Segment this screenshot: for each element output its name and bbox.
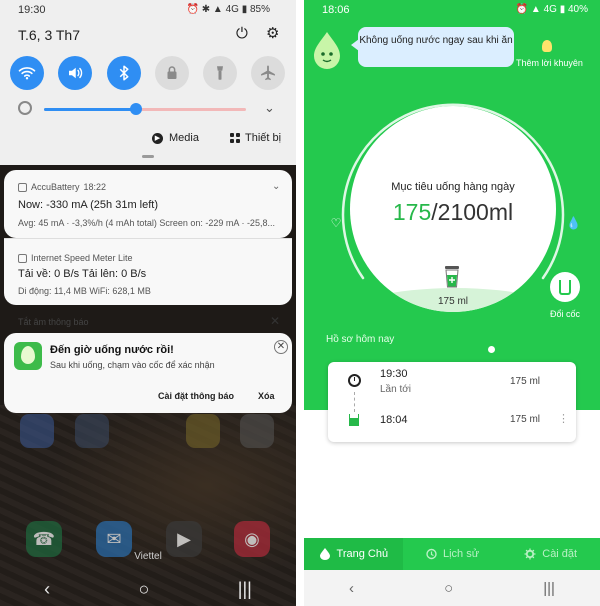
speaker-icon bbox=[69, 67, 83, 79]
left-phone: ☎ ✉ ▶ ◉ Viettel ‹ ○ ||| 19:30 ⏰ ✱ ▲ 4G ▮… bbox=[0, 0, 296, 606]
drop-icon: 💧 bbox=[566, 216, 581, 230]
bottom-tab-bar: Trang Chủ Lịch sử Cài đặt bbox=[304, 538, 600, 570]
play-icon: ▶ bbox=[152, 132, 163, 144]
notification-body: Sau khi uống, chạm vào cốc để xác nhận bbox=[50, 360, 215, 370]
status-icons: ⏰ ✱ ▲ 4G ▮ 85% bbox=[186, 4, 270, 15]
glass-icon bbox=[349, 414, 359, 426]
home-button[interactable]: ○ bbox=[444, 580, 453, 597]
nav-bar: ‹ ○ ||| bbox=[304, 570, 600, 606]
notification-line: Tải về: 0 B/s Tải lên: 0 B/s bbox=[18, 268, 147, 280]
history-icon bbox=[426, 548, 437, 560]
history-time[interactable]: 18:04 bbox=[380, 414, 408, 426]
gear-icon bbox=[524, 548, 536, 560]
right-phone: 18:06 ⏰ ▲ 4G ▮ 40% Không uống nước ngay … bbox=[304, 0, 600, 606]
brightness-slider[interactable] bbox=[44, 108, 246, 111]
sound-toggle[interactable] bbox=[58, 56, 92, 90]
notification-app-name: Internet Speed Meter Lite bbox=[18, 253, 133, 263]
flashlight-toggle[interactable] bbox=[203, 56, 237, 90]
airplane-toggle[interactable] bbox=[251, 56, 285, 90]
notification-app-name: AccuBattery 18:22 bbox=[18, 182, 106, 192]
notification-subline: Di động: 11,4 MB WiFi: 628,1 MB bbox=[18, 286, 151, 296]
bluetooth-toggle[interactable] bbox=[107, 56, 141, 90]
bluetooth-icon bbox=[119, 65, 129, 81]
gear-icon[interactable]: ⚙ bbox=[266, 26, 282, 42]
glass-icon bbox=[559, 279, 571, 295]
devices-button[interactable]: Thiết bị bbox=[230, 132, 281, 144]
history-amount: 175 ml bbox=[510, 414, 541, 425]
recents-button[interactable]: ||| bbox=[238, 579, 252, 600]
today-history-label: Hồ sơ hôm nay bbox=[326, 334, 395, 345]
notification-subline: Avg: 45 mA · -3,3%/h (4 mAh total) Scree… bbox=[18, 218, 275, 228]
history-note: Lần tới bbox=[380, 384, 412, 395]
goal-label: Mục tiêu uống hàng ngày bbox=[391, 181, 515, 193]
close-icon[interactable]: ✕ bbox=[274, 340, 288, 354]
goal-value: 175/2100ml bbox=[392, 199, 514, 225]
power-icon[interactable]: ⏻ bbox=[236, 26, 252, 42]
notification-title: Đến giờ uống nước rồi! bbox=[50, 344, 174, 356]
lock-icon bbox=[167, 66, 177, 79]
back-button[interactable]: ‹ bbox=[44, 579, 50, 600]
date-label: T.6, 3 Th7 bbox=[18, 27, 81, 43]
recents-button[interactable]: ||| bbox=[543, 580, 555, 597]
history-amount: 175 ml bbox=[510, 376, 541, 387]
notification-water-reminder[interactable]: Đến giờ uống nước rồi! Sau khi uống, chạ… bbox=[4, 333, 292, 413]
clock-icon bbox=[348, 374, 361, 387]
history-card: 19:30 Lần tới 175 ml 18:04 175 ml ⋮ bbox=[328, 362, 576, 442]
status-time: 18:06 bbox=[322, 4, 350, 16]
network-icon bbox=[18, 253, 27, 263]
tip-bubble: Không uống nước ngay sau khi ăn bbox=[351, 27, 514, 67]
flashlight-icon bbox=[217, 66, 223, 80]
tab-history[interactable]: Lịch sử bbox=[403, 538, 502, 570]
timeline-connector bbox=[354, 392, 355, 412]
app-icon bbox=[186, 414, 220, 448]
drop-icon bbox=[319, 548, 330, 560]
airplane-icon bbox=[261, 65, 275, 81]
cup-amount: 175 ml bbox=[437, 296, 468, 307]
more-tips-label[interactable]: Thêm lời khuyên bbox=[516, 58, 583, 68]
notification-settings-button[interactable]: Cài đặt thông báo bbox=[158, 391, 234, 401]
wifi-icon bbox=[18, 67, 36, 80]
home-button[interactable]: ○ bbox=[139, 579, 150, 600]
grid-icon bbox=[230, 133, 240, 143]
back-button[interactable]: ‹ bbox=[349, 580, 354, 597]
nav-bar: ‹ ○ ||| bbox=[0, 572, 296, 606]
status-icons: ⏰ ▲ 4G ▮ 40% bbox=[515, 4, 588, 15]
expand-icon[interactable]: ⌄ bbox=[272, 181, 280, 192]
notification-line: Now: -330 mA (25h 31m left) bbox=[18, 199, 159, 211]
brightness-thumb[interactable] bbox=[130, 103, 142, 115]
media-button[interactable]: ▶ Media bbox=[152, 132, 199, 144]
water-drop-mascot-icon bbox=[314, 32, 340, 69]
page-indicator bbox=[488, 346, 495, 353]
heart-rate-icon: ♡ bbox=[330, 216, 342, 230]
switch-cup-label[interactable]: Đổi cốc bbox=[550, 309, 580, 319]
silent-notifications-header: Tắt âm thông báo bbox=[18, 317, 89, 327]
water-app-icon bbox=[14, 342, 42, 370]
rotation-lock-toggle[interactable] bbox=[155, 56, 189, 90]
chevron-down-icon[interactable]: ⌄ bbox=[264, 100, 275, 116]
tab-home[interactable]: Trang Chủ bbox=[304, 538, 403, 570]
app-icon bbox=[240, 414, 274, 448]
delete-button[interactable]: Xóa bbox=[258, 391, 275, 401]
battery-icon bbox=[18, 182, 27, 192]
shade-handle[interactable] bbox=[142, 155, 154, 158]
more-options-icon[interactable]: ⋮ bbox=[558, 412, 569, 425]
history-time: 19:30 bbox=[380, 368, 408, 380]
brightness-icon bbox=[18, 101, 32, 115]
tab-settings[interactable]: Cài đặt bbox=[501, 538, 600, 570]
wifi-toggle[interactable] bbox=[10, 56, 44, 90]
cup-icon[interactable] bbox=[444, 266, 460, 288]
app-icon bbox=[75, 414, 109, 448]
status-time: 19:30 bbox=[18, 4, 46, 16]
carrier-label: Viettel bbox=[134, 551, 162, 562]
facebook-icon bbox=[20, 414, 54, 448]
switch-cup-button[interactable] bbox=[550, 272, 580, 302]
lightbulb-icon[interactable] bbox=[542, 40, 552, 52]
close-icon[interactable]: ✕ bbox=[270, 314, 280, 328]
